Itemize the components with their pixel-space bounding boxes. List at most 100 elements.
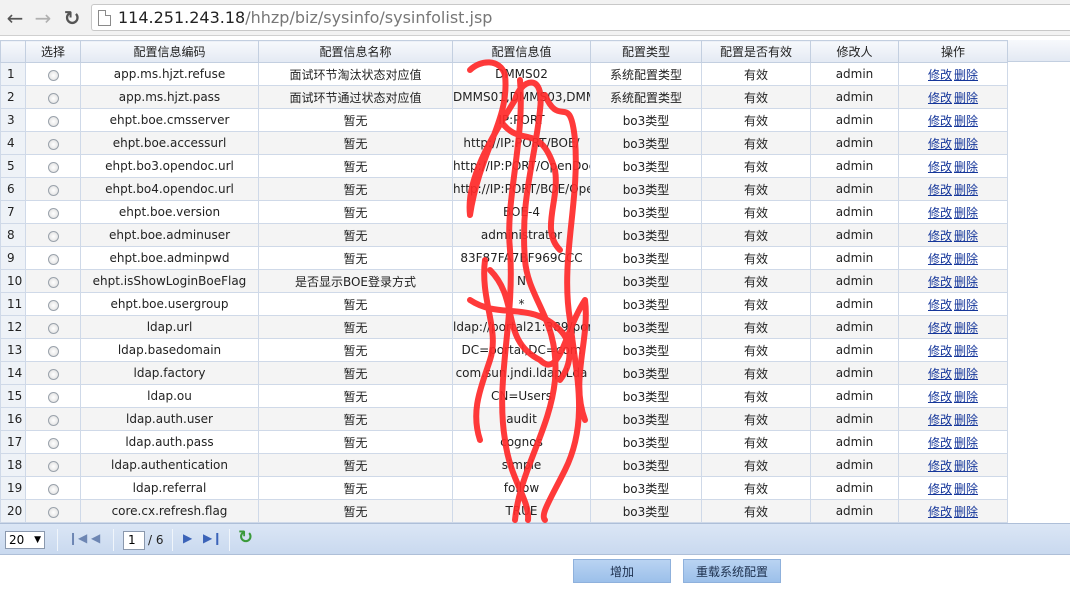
delete-link[interactable]: 删除 — [954, 505, 978, 519]
edit-link[interactable]: 修改 — [928, 436, 952, 450]
delete-link[interactable]: 删除 — [954, 367, 978, 381]
delete-link[interactable]: 删除 — [954, 229, 978, 243]
row-radio-button[interactable] — [47, 208, 59, 219]
row-radio-button[interactable] — [47, 461, 59, 472]
table-row[interactable]: 3 ehpt.boe.cmsserver 暂无 IP:PORT bo3类型 有效 admin… — [0, 108, 1008, 132]
page-size-select[interactable]: 20 ▼ — [5, 531, 45, 549]
next-page-icon[interactable]: ▶ — [183, 532, 192, 544]
row-radio-button[interactable] — [47, 139, 59, 150]
delete-link[interactable]: 删除 — [954, 436, 978, 450]
table-row[interactable]: 7 ehpt.boe.version 暂无 BOE-4 bo3类型 有效 admin 修改 删除 — [0, 200, 1008, 224]
edit-link[interactable]: 修改 — [928, 482, 952, 496]
row-radio-button[interactable] — [47, 185, 59, 196]
address-bar[interactable]: 114.251.243.18/hhzp/biz/sysinfo/sysinfol… — [91, 4, 1070, 31]
edit-link[interactable]: 修改 — [928, 91, 952, 105]
edit-link[interactable]: 修改 — [928, 459, 952, 473]
first-page-icon[interactable]: ❙◀ — [68, 532, 87, 544]
row-radio-button[interactable] — [47, 93, 59, 104]
edit-link[interactable]: 修改 — [928, 505, 952, 519]
row-radio-button[interactable] — [47, 484, 59, 495]
row-radio-button[interactable] — [47, 254, 59, 265]
row-radio-button[interactable] — [47, 300, 59, 311]
edit-link[interactable]: 修改 — [928, 183, 952, 197]
row-radio-button[interactable] — [47, 438, 59, 449]
row-radio-button[interactable] — [47, 277, 59, 288]
refresh-icon[interactable]: ↻ — [238, 529, 253, 547]
delete-link[interactable]: 删除 — [954, 459, 978, 473]
edit-link[interactable]: 修改 — [928, 68, 952, 82]
header-value[interactable]: 配置信息值 — [452, 40, 591, 63]
delete-link[interactable]: 删除 — [954, 413, 978, 427]
prev-page-icon[interactable]: ◀ — [91, 532, 100, 544]
table-row[interactable]: 12 ldap.url 暂无 ldap://portal21:389/port bo3类… — [0, 315, 1008, 339]
header-modifier[interactable]: 修改人 — [810, 40, 899, 63]
edit-link[interactable]: 修改 — [928, 206, 952, 220]
row-radio-button[interactable] — [47, 369, 59, 380]
delete-link[interactable]: 删除 — [954, 68, 978, 82]
reload-config-button[interactable]: 重载系统配置 — [683, 559, 781, 583]
delete-link[interactable]: 删除 — [954, 390, 978, 404]
table-row[interactable]: 2 app.ms.hjzt.pass 面试环节通过状态对应值 DMMS01,DMMS0… — [0, 85, 1008, 109]
delete-link[interactable]: 删除 — [954, 298, 978, 312]
table-row[interactable]: 14 ldap.factory 暂无 com.sun.jndi.ldap.Lda bo3… — [0, 361, 1008, 385]
table-row[interactable]: 17 ldap.auth.pass 暂无 cognos bo3类型 有效 admin 修改 删除 — [0, 430, 1008, 454]
table-row[interactable]: 10 ehpt.isShowLoginBoeFlag 是否显示BOE登录方式 Nbo3… — [0, 269, 1008, 293]
edit-link[interactable]: 修改 — [928, 114, 952, 128]
header-valid[interactable]: 配置是否有效 — [701, 40, 811, 63]
header-name[interactable]: 配置信息名称 — [258, 40, 453, 63]
row-radio-button[interactable] — [47, 162, 59, 173]
row-radio-button[interactable] — [47, 116, 59, 127]
edit-link[interactable]: 修改 — [928, 367, 952, 381]
edit-link[interactable]: 修改 — [928, 160, 952, 174]
table-row[interactable]: 4 ehpt.boe.accessurl 暂无 http://IP:PORT/BOE/… — [0, 131, 1008, 155]
row-radio-button[interactable] — [47, 70, 59, 81]
edit-link[interactable]: 修改 — [928, 229, 952, 243]
back-arrow-icon[interactable]: ← — [4, 7, 26, 29]
delete-link[interactable]: 删除 — [954, 275, 978, 289]
delete-link[interactable]: 删除 — [954, 183, 978, 197]
edit-link[interactable]: 修改 — [928, 252, 952, 266]
row-radio-button[interactable] — [47, 507, 59, 518]
edit-link[interactable]: 修改 — [928, 390, 952, 404]
last-page-icon[interactable]: ▶❙ — [203, 532, 222, 544]
delete-link[interactable]: 删除 — [954, 206, 978, 220]
table-row[interactable]: 20 core.cx.refresh.flag 暂无 TRUE bo3类型 有效 admin… — [0, 499, 1008, 523]
edit-link[interactable]: 修改 — [928, 298, 952, 312]
delete-link[interactable]: 删除 — [954, 114, 978, 128]
table-row[interactable]: 16 ldap.auth.user 暂无 audit bo3类型 有效 admin 修改 删除 — [0, 407, 1008, 431]
row-number: 4 — [0, 131, 26, 155]
delete-link[interactable]: 删除 — [954, 91, 978, 105]
table-row[interactable]: 9 ehpt.boe.adminpwd 暂无 83F87FA7BF969CCC bo3类… — [0, 246, 1008, 270]
table-row[interactable]: 15 ldap.ou 暂无 CN=Users bo3类型 有效 admin 修改 删除 — [0, 384, 1008, 408]
table-row[interactable]: 11 ehpt.boe.usergroup 暂无 * bo3类型 有效 admin 修改 删除 — [0, 292, 1008, 316]
delete-link[interactable]: 删除 — [954, 160, 978, 174]
delete-link[interactable]: 删除 — [954, 252, 978, 266]
reload-icon[interactable]: ↻ — [61, 7, 83, 29]
edit-link[interactable]: 修改 — [928, 321, 952, 335]
table-row[interactable]: 13 ldap.basedomain 暂无 DC=portal,DC=com bo3类型… — [0, 338, 1008, 362]
header-code[interactable]: 配置信息编码 — [80, 40, 259, 63]
current-page-input[interactable]: 1 — [123, 531, 145, 550]
row-radio-button[interactable] — [47, 415, 59, 426]
delete-link[interactable]: 删除 — [954, 137, 978, 151]
edit-link[interactable]: 修改 — [928, 413, 952, 427]
row-radio-button[interactable] — [47, 392, 59, 403]
table-row[interactable]: 6 ehpt.bo4.opendoc.url 暂无 http://IP:PORT/BO… — [0, 177, 1008, 201]
row-radio-button[interactable] — [47, 231, 59, 242]
add-button[interactable]: 增加 — [573, 559, 671, 583]
table-row[interactable]: 1 app.ms.hjzt.refuse 面试环节淘汰状态对应值 DMMS02 系统配置… — [0, 62, 1008, 86]
row-radio-button[interactable] — [47, 346, 59, 357]
delete-link[interactable]: 删除 — [954, 344, 978, 358]
edit-link[interactable]: 修改 — [928, 344, 952, 358]
row-radio-button[interactable] — [47, 323, 59, 334]
delete-link[interactable]: 删除 — [954, 482, 978, 496]
delete-link[interactable]: 删除 — [954, 321, 978, 335]
edit-link[interactable]: 修改 — [928, 275, 952, 289]
header-type[interactable]: 配置类型 — [590, 40, 702, 63]
edit-link[interactable]: 修改 — [928, 137, 952, 151]
forward-arrow-icon[interactable]: → — [32, 7, 54, 29]
table-row[interactable]: 5 ehpt.bo3.opendoc.url 暂无 http://IP:PORT/Op… — [0, 154, 1008, 178]
table-row[interactable]: 18 ldap.authentication 暂无 simple bo3类型 有效 admi… — [0, 453, 1008, 477]
table-row[interactable]: 8 ehpt.boe.adminuser 暂无 administrator bo3类型有… — [0, 223, 1008, 247]
table-row[interactable]: 19 ldap.referral 暂无 follow bo3类型 有效 admin 修改 删除 — [0, 476, 1008, 500]
